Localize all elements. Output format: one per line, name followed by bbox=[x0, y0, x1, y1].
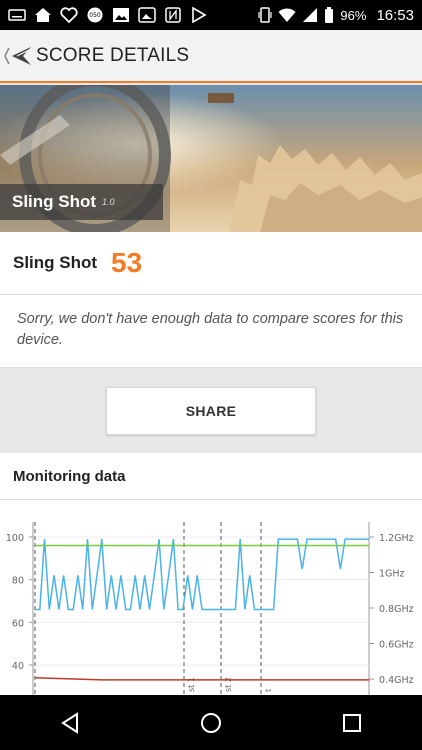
nfc-icon bbox=[165, 7, 181, 23]
monitoring-card: Monitoring data 100 80 60 40 1.2GHz 1GHz 0.8GH… bbox=[0, 453, 422, 695]
banner-label: Sling Shot 1.0 bbox=[0, 184, 163, 220]
chart-series-line-2 bbox=[34, 677, 369, 681]
chart-right-tick-label: 0.6GHz bbox=[379, 640, 414, 651]
share-button[interactable]: SHARE bbox=[106, 386, 316, 435]
test-banner: Sling Shot 1.0 bbox=[0, 85, 422, 232]
battery-percent: 96% bbox=[340, 7, 367, 23]
play-icon bbox=[192, 7, 207, 23]
banner-test-name: Sling Shot bbox=[12, 192, 97, 211]
compare-message: Sorry, we don't have enough data to comp… bbox=[0, 295, 422, 368]
wifi-icon bbox=[278, 8, 296, 22]
battery-icon bbox=[325, 7, 334, 23]
banner-version: 1.0 bbox=[102, 197, 115, 207]
monitoring-chart-svg: 1008060401.2GHz1GHz0.8GHz0.6GHz0.4GHzst … bbox=[6, 522, 414, 695]
score-details-content[interactable]: Sling Shot 1.0 Sling Shot 53 Sorry, we d… bbox=[0, 85, 422, 695]
monitoring-chart: 100 80 60 40 1.2GHz 1GHz 0.8GHz 0.6GHz 0.4GHz st … bbox=[0, 500, 422, 695]
monitoring-title: Monitoring data bbox=[0, 453, 422, 500]
chart-left-tick-label: 60 bbox=[12, 618, 24, 629]
vibrate-icon bbox=[258, 7, 273, 23]
recents-square-icon bbox=[342, 713, 361, 732]
back-arrow-icon[interactable] bbox=[0, 29, 36, 82]
score-row: Sling Shot 53 bbox=[0, 232, 422, 295]
navigation-bar bbox=[0, 695, 422, 750]
chart-left-tick-label: 100 bbox=[6, 533, 24, 544]
svg-text:050: 050 bbox=[89, 12, 101, 19]
screen: 050 96% 16:53 SCORE DETAILS Sling Shot 1… bbox=[0, 0, 422, 750]
app-bar: SCORE DETAILS bbox=[0, 30, 422, 83]
chart-right-tick-label: 1GHz bbox=[379, 569, 405, 580]
heart-icon bbox=[60, 7, 78, 23]
score-test-name: Sling Shot bbox=[13, 253, 98, 272]
back-triangle-icon bbox=[61, 711, 79, 734]
score-value: 53 bbox=[111, 247, 143, 278]
score-card: Sling Shot 53 Sorry, we don't have enoug… bbox=[0, 232, 422, 368]
keyboard-icon bbox=[8, 9, 26, 21]
signal-icon bbox=[303, 8, 318, 22]
status-bar: 050 96% 16:53 bbox=[0, 0, 422, 30]
home-icon bbox=[35, 8, 51, 22]
chart-left-tick-label: 40 bbox=[12, 661, 24, 672]
image-icon bbox=[113, 8, 129, 22]
status-right: 96% 16:53 bbox=[258, 7, 414, 24]
chart-series-line-0 bbox=[35, 538, 369, 611]
page-title: SCORE DETAILS bbox=[36, 44, 190, 66]
chart-right-tick-label: 0.4GHz bbox=[379, 675, 414, 686]
chart-right-tick-label: 1.2GHz bbox=[379, 533, 414, 544]
speed-badge-icon: 050 bbox=[87, 7, 103, 23]
nav-recents-button[interactable] bbox=[322, 695, 382, 750]
nav-back-button[interactable] bbox=[40, 695, 100, 750]
chart-left-tick-label: 80 bbox=[12, 576, 24, 587]
nav-home-button[interactable] bbox=[181, 695, 241, 750]
share-area: SHARE bbox=[0, 368, 422, 453]
chart-right-tick-label: 0.8GHz bbox=[379, 604, 414, 615]
clock: 16:53 bbox=[376, 6, 414, 24]
photo-icon bbox=[138, 7, 156, 23]
home-circle-icon bbox=[200, 712, 221, 733]
chart-marker-label: t bbox=[264, 689, 273, 692]
